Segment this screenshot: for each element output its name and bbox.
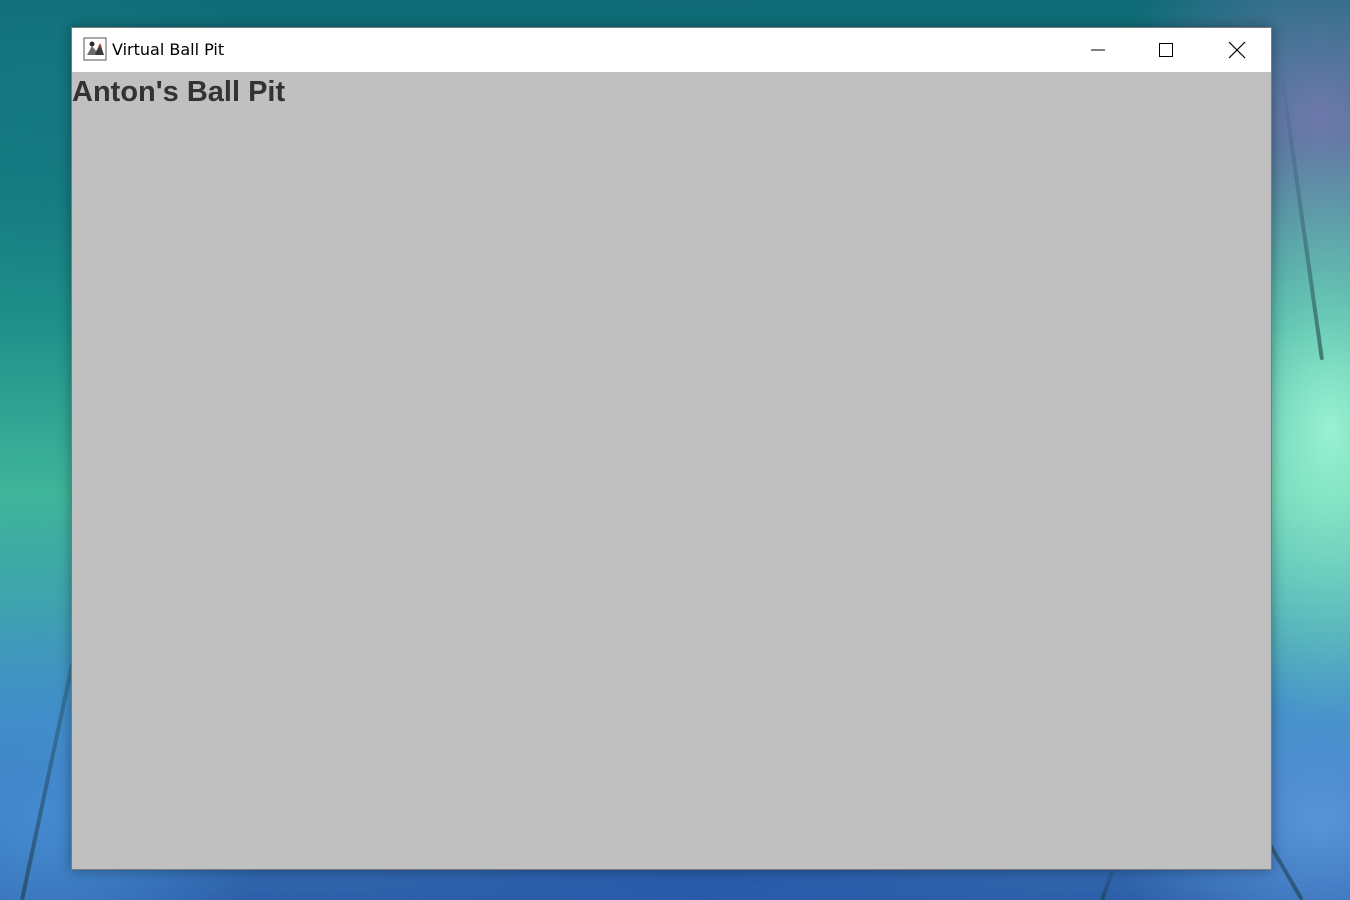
maximize-icon bbox=[1159, 43, 1173, 57]
ball-pit-heading: Anton's Ball Pit bbox=[72, 76, 286, 108]
minimize-button[interactable] bbox=[1064, 28, 1132, 72]
window-title: Virtual Ball Pit bbox=[112, 40, 225, 59]
wallpaper-stem bbox=[1278, 62, 1324, 361]
title-bar[interactable]: Virtual Ball Pit bbox=[72, 28, 1271, 72]
java-duke-icon bbox=[83, 37, 107, 61]
ball-pit-canvas[interactable]: Anton's Ball Pit bbox=[72, 72, 1271, 869]
minimize-icon bbox=[1091, 49, 1105, 51]
maximize-button[interactable] bbox=[1132, 28, 1200, 72]
close-icon bbox=[1228, 41, 1246, 59]
close-button[interactable] bbox=[1203, 28, 1271, 72]
app-window: Virtual Ball Pit Anton's Ball Pit bbox=[71, 27, 1272, 870]
